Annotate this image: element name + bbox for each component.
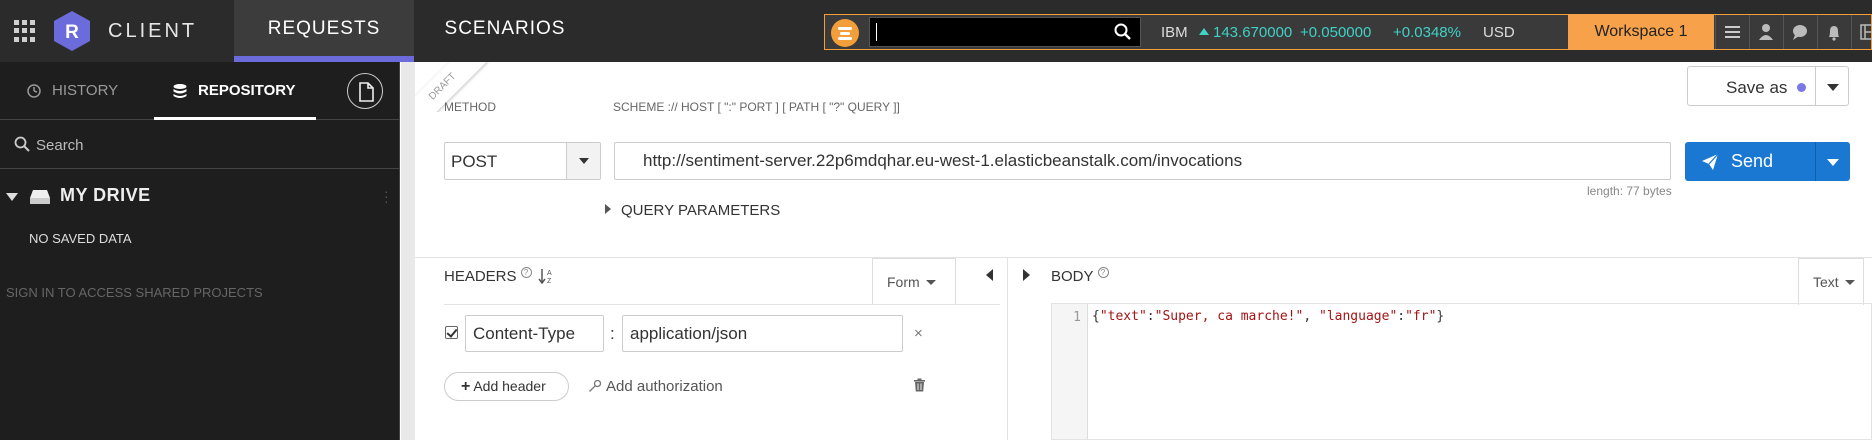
send-button[interactable]: Send xyxy=(1685,142,1850,181)
collapse-left-icon[interactable] xyxy=(986,269,993,281)
ticker-price: 143.670000 xyxy=(1199,24,1292,41)
no-saved-data-text: NO SAVED DATA xyxy=(29,231,132,246)
chat-icon[interactable] xyxy=(1783,15,1816,49)
market-ticker-bar: IBM 143.670000 +0.050000 +0.0348% USD Wo… xyxy=(824,14,1872,50)
body-title: BODY? xyxy=(1051,267,1109,285)
chevron-down-icon[interactable] xyxy=(1827,159,1839,166)
svg-text:Z: Z xyxy=(547,278,552,285)
menu-icon[interactable] xyxy=(1715,15,1748,49)
method-label: METHOD xyxy=(444,100,496,114)
body-code[interactable]: {"text":"Super, ca marche!", "language":… xyxy=(1092,309,1444,324)
app-brand: CLIENT xyxy=(108,20,198,42)
top-bar: R CLIENT REQUESTS SCENARIOS IBM 143.6700… xyxy=(0,0,1872,62)
plus-icon: + xyxy=(461,378,471,395)
bell-icon[interactable] xyxy=(1817,15,1850,49)
ticker-change-pct: +0.0348% xyxy=(1393,24,1461,41)
expand-triangle-icon[interactable] xyxy=(6,193,18,201)
header-value-input[interactable] xyxy=(622,315,903,352)
header-key-input[interactable] xyxy=(465,315,604,352)
new-document-button[interactable] xyxy=(347,73,383,109)
remove-header-icon[interactable]: × xyxy=(914,325,923,342)
new-document-icon xyxy=(359,82,374,102)
body-mode-select[interactable]: Text xyxy=(1798,258,1864,305)
request-editor: DRAFT Save as METHOD SCHEME :// HOST [ "… xyxy=(401,62,1872,440)
sidebar-search-input[interactable] xyxy=(36,133,376,157)
ticker-logo-icon[interactable] xyxy=(831,19,859,47)
sort-az-icon[interactable]: A Z xyxy=(538,267,554,285)
url-input[interactable] xyxy=(614,142,1671,180)
up-arrow-icon xyxy=(1199,28,1209,35)
send-icon xyxy=(1702,153,1719,170)
save-as-button[interactable]: Save as xyxy=(1687,66,1849,106)
help-icon[interactable]: ? xyxy=(520,267,532,278)
method-select[interactable]: POST xyxy=(444,142,601,180)
url-label: SCHEME :// HOST [ ":" PORT ] [ PATH [ "?… xyxy=(613,100,900,114)
sidebar-tabs: HISTORY REPOSITORY xyxy=(0,62,400,120)
apps-grid-icon[interactable] xyxy=(14,20,36,42)
tab-requests[interactable]: REQUESTS xyxy=(234,0,414,62)
help-icon[interactable]: ? xyxy=(1097,267,1109,278)
svg-text:A: A xyxy=(547,270,552,277)
body-editor[interactable]: 1 {"text":"Super, ca marche!", "language… xyxy=(1051,303,1872,440)
headers-mode-select[interactable]: Form xyxy=(872,258,956,305)
my-drive-label: MY DRIVE xyxy=(60,185,151,205)
sidebar-tab-repository[interactable]: REPOSITORY xyxy=(154,62,316,120)
ticker-symbol: IBM xyxy=(1161,24,1188,41)
line-gutter: 1 xyxy=(1052,304,1088,439)
key-icon xyxy=(589,379,602,392)
history-icon xyxy=(27,84,41,98)
app-logo: R xyxy=(54,11,90,51)
sidebar-tab-history[interactable]: HISTORY xyxy=(26,62,118,120)
sign-in-link[interactable]: SIGN IN TO ACCESS SHARED PROJECTS xyxy=(6,285,263,300)
add-header-button[interactable]: + Add header xyxy=(444,372,569,401)
collapse-right-icon[interactable] xyxy=(1023,269,1030,281)
header-enabled-checkbox[interactable] xyxy=(445,326,458,339)
expand-triangle-icon xyxy=(605,204,611,214)
sidebar-search xyxy=(0,121,400,169)
tab-scenarios[interactable]: SCENARIOS xyxy=(415,0,595,62)
search-icon xyxy=(14,136,30,152)
kebab-menu-icon[interactable]: · · · xyxy=(384,184,389,208)
user-icon[interactable] xyxy=(1749,15,1782,49)
add-authorization-link[interactable]: Add authorization xyxy=(588,378,723,395)
search-icon[interactable] xyxy=(1114,23,1132,41)
workspace-button[interactable]: Workspace 1 xyxy=(1568,14,1714,50)
query-parameters-toggle[interactable]: QUERY PARAMETERS xyxy=(605,202,780,219)
ticker-currency: USD xyxy=(1483,24,1515,41)
ticker-search-input[interactable] xyxy=(869,17,1141,47)
my-drive-folder[interactable]: MY DRIVE · · · xyxy=(6,183,396,211)
svg-text:R: R xyxy=(65,22,79,43)
header-colon: : xyxy=(610,324,615,343)
sidebar: HISTORY REPOSITORY MY DRIVE xyxy=(0,62,400,440)
chevron-down-icon xyxy=(925,280,936,285)
drive-icon xyxy=(30,190,50,204)
trash-icon[interactable] xyxy=(913,378,926,392)
chevron-down-icon xyxy=(579,158,589,164)
section-divider xyxy=(415,257,1872,258)
headers-title: HEADERS? xyxy=(444,267,532,285)
headers-divider xyxy=(444,304,1000,305)
method-dropdown-button[interactable] xyxy=(566,143,600,179)
chevron-down-icon[interactable] xyxy=(1827,84,1839,91)
ticker-change: +0.050000 xyxy=(1300,24,1372,41)
database-icon xyxy=(173,84,187,99)
layout-icon[interactable] xyxy=(1851,15,1872,49)
panel-splitter[interactable] xyxy=(1007,258,1008,440)
url-length: length: 77 bytes xyxy=(1587,184,1672,198)
line-number: 1 xyxy=(1073,310,1081,325)
chevron-down-icon xyxy=(1844,280,1855,285)
unsaved-indicator xyxy=(1797,83,1806,92)
